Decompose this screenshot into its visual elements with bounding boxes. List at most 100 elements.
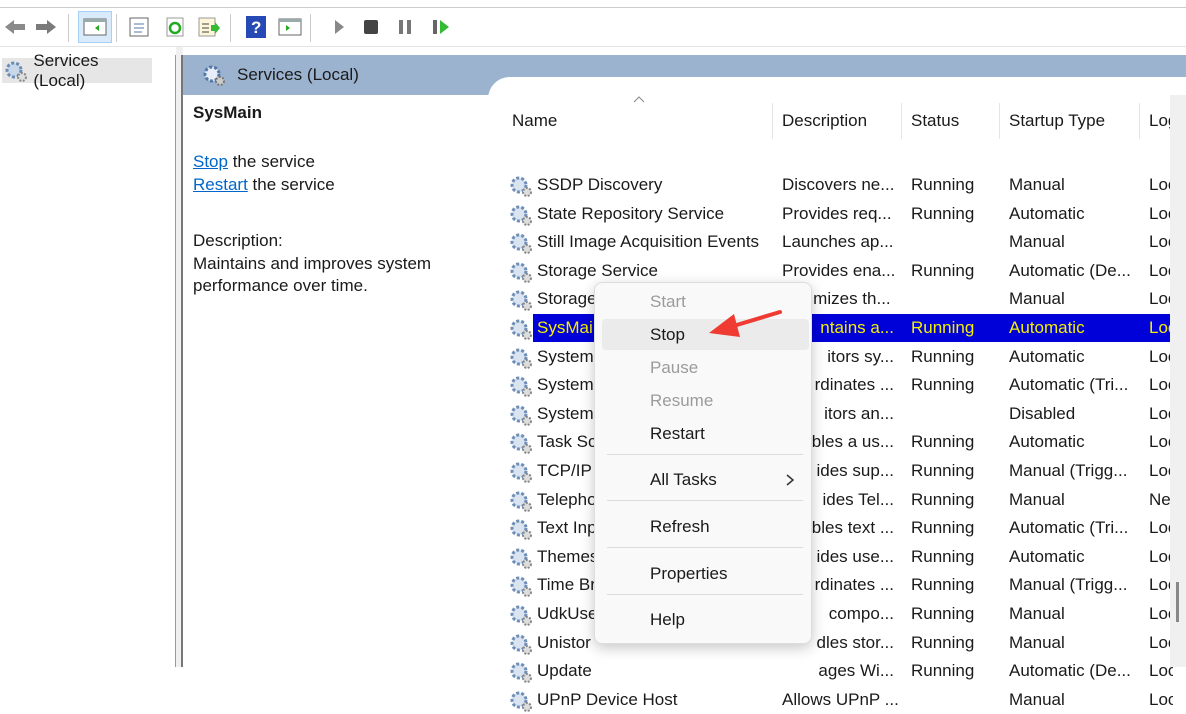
menu-item-refresh[interactable]: Refresh: [602, 511, 809, 542]
extended-info: SysMain Stop the service Restart the ser…: [193, 103, 493, 298]
menu-item-pause[interactable]: Pause: [602, 352, 809, 383]
service-gear-icon: [510, 605, 532, 626]
service-log-on-as: Loc: [1149, 375, 1173, 395]
service-startup-type: Manual: [1009, 489, 1065, 509]
service-gear-icon: [510, 290, 532, 312]
menu-item-label: Help: [650, 609, 685, 629]
forward-arrow-icon[interactable]: [33, 14, 59, 40]
service-gear-icon: [510, 462, 532, 483]
tree-item-services-local[interactable]: Services (Local): [2, 51, 152, 90]
service-log-on-as: Loc: [1149, 604, 1173, 623]
menu-separator: [607, 500, 803, 501]
service-startup-type: Manual: [1009, 689, 1065, 709]
service-startup-type: Automatic (De...: [1009, 661, 1131, 681]
menu-item-restart[interactable]: Restart: [602, 418, 809, 449]
vertical-scrollbar[interactable]: [1170, 95, 1186, 667]
show-hide-action-pane-icon[interactable]: [277, 14, 303, 40]
description-text: Maintains and improves system performanc…: [193, 253, 432, 296]
service-gear-icon: [510, 634, 532, 655]
export-list-icon[interactable]: [196, 14, 222, 40]
service-log-on-as: Loc: [1149, 632, 1173, 652]
stop-service-link[interactable]: Stop: [193, 152, 228, 171]
menu-item-help[interactable]: Help: [602, 604, 809, 635]
service-startup-type: Manual (Trigg...: [1009, 461, 1128, 480]
service-status: Running: [911, 175, 975, 194]
service-log-on-as: Loc: [1149, 661, 1173, 681]
scrollbar-thumb[interactable]: [1176, 582, 1179, 622]
service-log-on-as: Loc: [1149, 546, 1173, 566]
console-tree: Services (Local): [0, 51, 176, 667]
table-row[interactable]: Storage Service Provides ena... Running Aut…: [503, 257, 1173, 285]
service-status: [902, 228, 1000, 256]
back-arrow-icon[interactable]: [2, 14, 28, 40]
service-gear-icon: [510, 405, 532, 426]
service-startup-type: Manual: [1009, 604, 1065, 623]
refresh-icon[interactable]: [162, 14, 188, 40]
menu-item-label: Restart: [650, 423, 705, 443]
column-header-startup-type[interactable]: Startup Type: [1000, 103, 1140, 139]
table-row[interactable]: Update ages Wi... Running Automatic (De... L…: [503, 657, 1173, 685]
annotation-arrow: [709, 310, 782, 337]
service-status: Running: [911, 489, 975, 509]
description-label: Description:: [193, 231, 283, 250]
service-log-on-as: Loc: [1149, 518, 1173, 538]
title-bar-edge: [0, 0, 1186, 8]
service-log-on-as: Loc: [1149, 346, 1173, 366]
service-log-on-as: Loc: [1149, 575, 1173, 595]
service-gear-icon: [510, 319, 532, 340]
service-startup-type: Automatic (Tri...: [1009, 518, 1129, 538]
service-name: SSDP Discovery: [537, 175, 663, 194]
service-gear-icon: [510, 433, 532, 455]
table-row[interactable]: UPnP Device Host Allows UPnP ... Manual Loc: [503, 686, 1173, 714]
stop-service-icon[interactable]: [358, 14, 384, 40]
column-header-status[interactable]: Status: [902, 103, 1000, 139]
service-startup-type: Manual: [1009, 232, 1065, 252]
pause-service-icon[interactable]: [392, 14, 418, 40]
menu-item-label: Refresh: [650, 516, 710, 536]
service-status: Running: [911, 575, 975, 595]
chevron-right-icon: [786, 473, 795, 486]
service-log-on-as: Loc: [1149, 203, 1173, 223]
service-status: Running: [911, 260, 975, 280]
service-description: Provides ena...: [782, 260, 896, 280]
menu-item-properties[interactable]: Properties: [602, 558, 809, 589]
service-description: ages Wi...: [818, 661, 894, 681]
service-status: Running: [911, 661, 975, 681]
menu-item-all-tasks[interactable]: All Tasks: [602, 464, 809, 495]
service-status: [902, 686, 1000, 714]
service-status: Running: [911, 632, 975, 652]
column-header-description[interactable]: Description: [773, 103, 902, 139]
properties-icon[interactable]: [126, 14, 152, 40]
service-description: Provides req...: [782, 203, 892, 223]
sort-ascending-icon: [633, 96, 645, 103]
table-row[interactable]: State Repository Service Provides req... R…: [503, 200, 1173, 228]
menu-separator: [607, 454, 803, 455]
menu-item-resume[interactable]: Resume: [602, 385, 809, 416]
restart-service-link[interactable]: Restart: [193, 175, 248, 194]
toolbar: ?: [0, 9, 1186, 47]
start-service-icon[interactable]: [326, 14, 352, 40]
service-gear-icon: [510, 376, 532, 398]
table-row[interactable]: Still Image Acquisition Events Launches a…: [503, 228, 1173, 256]
service-gear-icon: [510, 176, 532, 197]
service-status: Running: [911, 518, 975, 538]
gears-icon: [203, 65, 225, 86]
service-startup-type: Automatic: [1009, 546, 1085, 566]
column-header-name[interactable]: Name: [503, 103, 773, 139]
service-description: Allows UPnP ...: [782, 689, 899, 709]
resume-service-icon[interactable]: [428, 14, 454, 40]
service-startup-type: Automatic: [1000, 314, 1140, 342]
show-hide-console-tree-icon[interactable]: [78, 11, 112, 43]
service-gear-icon: [510, 691, 532, 712]
service-status: Running: [911, 604, 975, 623]
table-row[interactable]: SSDP Discovery Discovers ne... Running Manu…: [503, 171, 1173, 199]
service-gear-icon: [510, 262, 532, 283]
service-gear-icon: [510, 233, 532, 255]
panel-title: Services (Local): [237, 65, 359, 84]
menu-item-label: Stop: [650, 324, 685, 344]
help-icon[interactable]: ?: [243, 14, 269, 40]
service-startup-type: Automatic (De...: [1009, 260, 1131, 280]
menu-separator: [607, 547, 803, 548]
svg-text:?: ?: [251, 18, 261, 37]
service-description: Discovers ne...: [782, 175, 895, 194]
